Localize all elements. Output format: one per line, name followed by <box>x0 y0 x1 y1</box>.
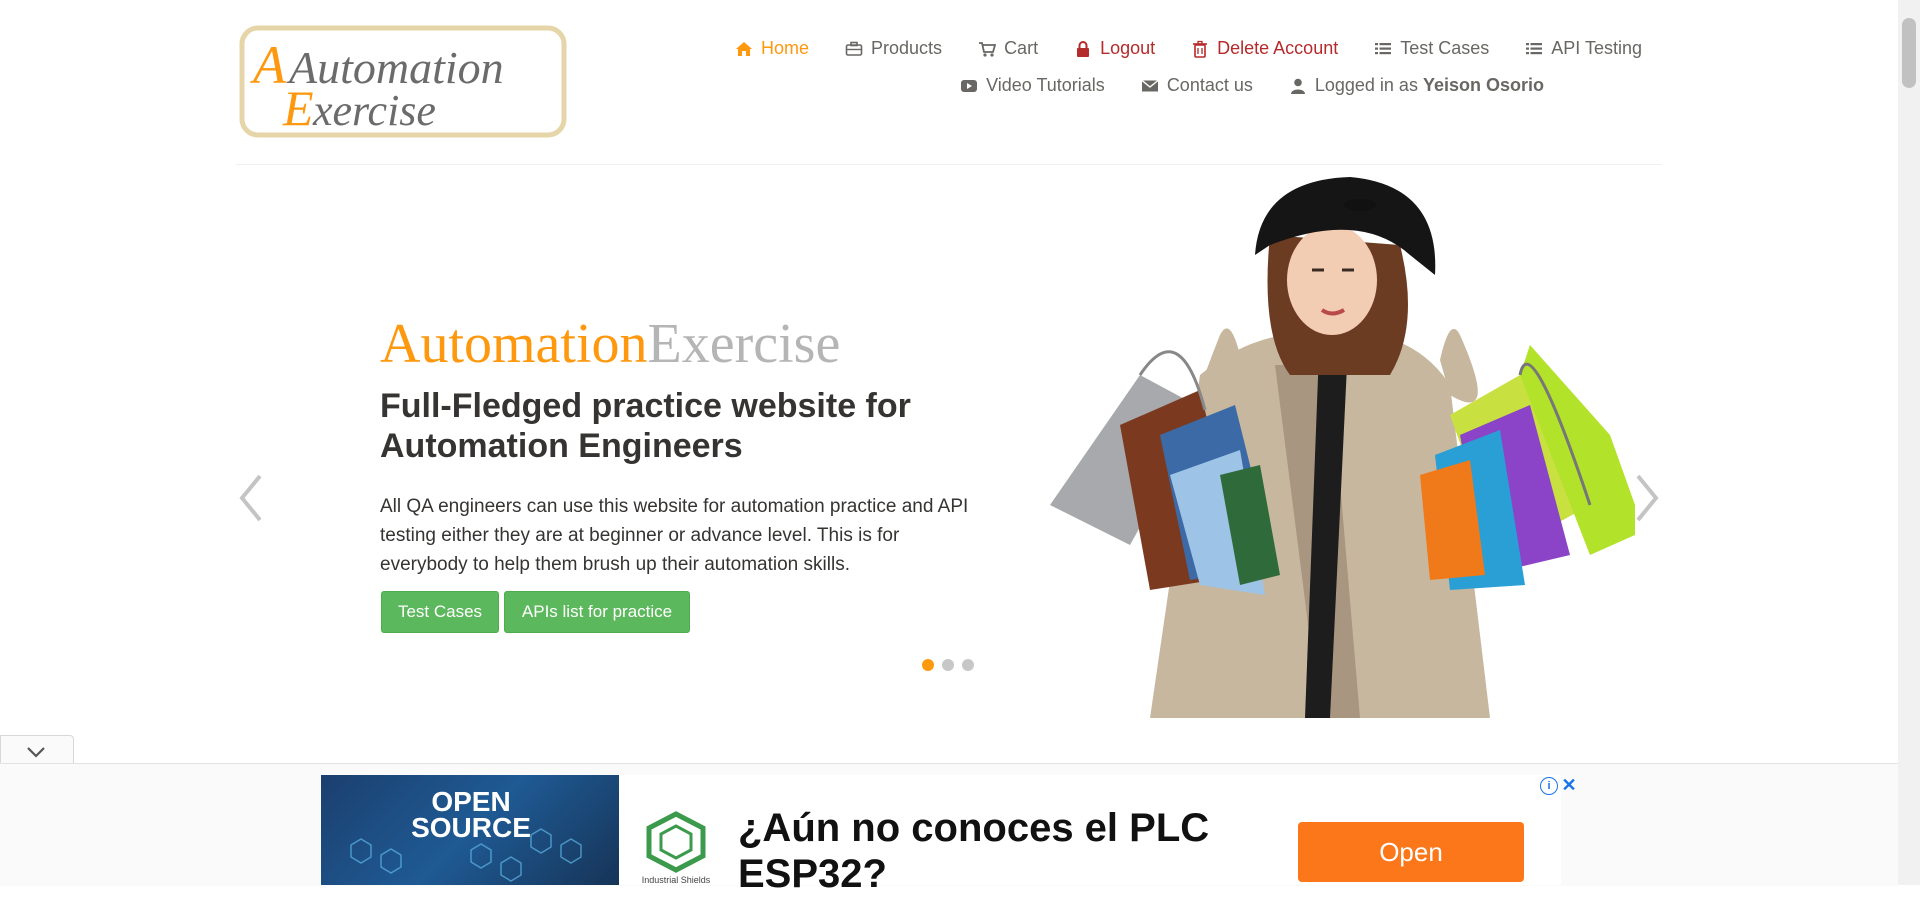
logo-letter-a: A <box>250 35 287 95</box>
trash-icon <box>1193 40 1208 58</box>
nav-api-testing-label: API Testing <box>1551 38 1642 58</box>
nav-api-testing[interactable]: API Testing <box>1525 38 1642 59</box>
secondary-nav: Video Tutorials Contact us Logged in as … <box>924 75 1544 96</box>
hero-title: Full-Fledged practice website for Automa… <box>380 387 911 465</box>
ad-info-icon[interactable]: i <box>1540 777 1558 795</box>
advertisement[interactable]: OPEN SOURCE Industrial Shields ¿Aún no c… <box>321 775 1561 896</box>
carousel-indicator-1[interactable] <box>922 659 934 671</box>
nav-test-cases[interactable]: Test Cases <box>1374 38 1489 59</box>
nav-contact-us-label: Contact us <box>1166 75 1253 95</box>
nav-video-tutorials-label: Video Tutorials <box>986 75 1105 95</box>
briefcase-icon <box>845 41 863 56</box>
scrollbar-thumb[interactable] <box>1902 18 1916 88</box>
hero-description: All QA engineers can use this website fo… <box>380 496 969 575</box>
nav-home[interactable]: Home <box>735 38 809 59</box>
carousel-indicator-3[interactable] <box>962 659 974 671</box>
list-icon <box>1526 42 1543 54</box>
ad-image-text-2: SOURCE <box>411 812 531 843</box>
apis-list-button[interactable]: APIs list for practice <box>504 591 690 633</box>
test-cases-button[interactable]: Test Cases <box>381 591 499 633</box>
site-logo[interactable]: A Automation E xercise <box>239 25 567 138</box>
lock-icon <box>1077 40 1090 57</box>
site-header: A Automation E xercise Home Products Car… <box>0 0 1898 166</box>
nav-test-cases-label: Test Cases <box>1400 38 1490 58</box>
cart-icon <box>979 41 997 57</box>
carousel-indicators <box>922 659 982 671</box>
logged-in-username: Yeison Osorio <box>1422 75 1544 95</box>
carousel-next-arrow-icon[interactable] <box>1632 470 1662 526</box>
hero-shopping-girl-image <box>1050 177 1635 718</box>
youtube-play-icon <box>961 79 978 92</box>
ad-open-button[interactable]: Open <box>1298 822 1524 882</box>
nav-delete-account-label: Delete Account <box>1217 38 1339 58</box>
nav-contact-us[interactable]: Contact us <box>1141 75 1253 96</box>
nav-cart-label: Cart <box>1004 38 1039 58</box>
nav-products-label: Products <box>871 38 943 58</box>
logged-in-status: Logged in as Yeison Osorio <box>1289 75 1544 96</box>
nav-products[interactable]: Products <box>845 38 942 59</box>
logo-letter-e: E <box>282 80 314 136</box>
ad-headline[interactable]: ¿Aún no conoces el PLC ESP32? <box>738 805 1298 897</box>
hero-brand-automation: Automation <box>380 313 648 375</box>
nav-logout[interactable]: Logout <box>1074 38 1155 59</box>
nav-cart[interactable]: Cart <box>978 38 1038 59</box>
list-icon <box>1375 42 1392 54</box>
logged-in-label: Logged in as <box>1314 75 1418 95</box>
carousel-prev-arrow-icon[interactable] <box>236 470 266 526</box>
envelope-icon <box>1141 79 1159 91</box>
page-scrollbar[interactable] <box>1898 0 1920 885</box>
ad-image[interactable]: OPEN SOURCE <box>321 775 619 885</box>
nav-delete-account[interactable]: Delete Account <box>1191 38 1338 59</box>
nav-logout-label: Logout <box>1100 38 1156 58</box>
industrial-shields-logo[interactable]: Industrial Shields <box>631 810 721 885</box>
ad-close-icon[interactable]: ✕ <box>1560 775 1578 795</box>
main-nav: Home Products Cart Logout Delete Account… <box>699 38 1642 59</box>
hero-brand-exercise: Exercise <box>647 313 841 375</box>
carousel-indicator-2[interactable] <box>942 659 954 671</box>
ad-brand-caption: Industrial Shields <box>642 875 711 885</box>
user-icon <box>1290 78 1305 94</box>
home-icon <box>736 41 752 56</box>
nav-home-label: Home <box>761 38 810 58</box>
ad-collapse-toggle[interactable] <box>0 735 74 766</box>
chevron-down-icon <box>27 747 45 758</box>
ad-image-text: OPEN SOURCE <box>391 788 551 843</box>
header-divider <box>236 164 1662 165</box>
hero-brand: AutomationExercise <box>380 312 840 376</box>
logo-word-2: xercise <box>312 86 436 135</box>
nav-video-tutorials[interactable]: Video Tutorials <box>960 75 1105 96</box>
